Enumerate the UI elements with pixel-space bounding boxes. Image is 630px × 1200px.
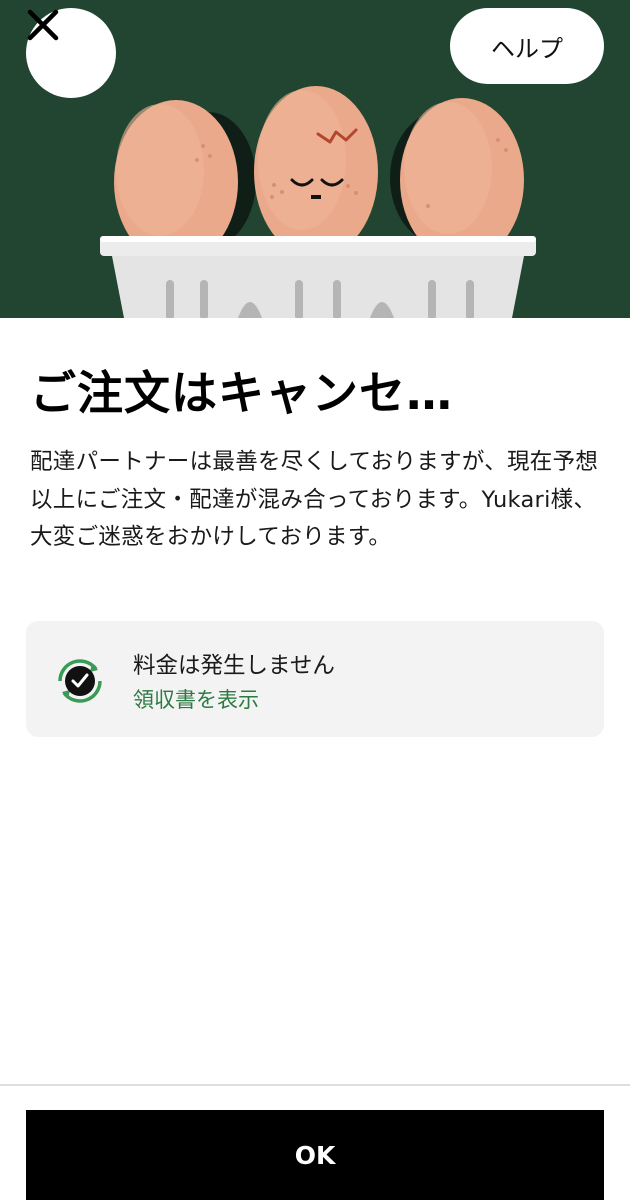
footer-divider <box>0 1084 630 1086</box>
close-icon <box>27 9 59 41</box>
refund-check-icon <box>58 659 102 703</box>
egg-carton <box>100 236 536 318</box>
cancellation-message: 配達パートナーは最善を尽くしておりますが、現在予想以上にご注文・配達が混み合って… <box>30 449 599 550</box>
view-receipt-link[interactable]: 領収書を表示 <box>133 684 259 714</box>
close-button[interactable] <box>26 8 116 98</box>
ok-button[interactable]: OK <box>26 1110 604 1200</box>
fee-status-label: 料金は発生しません <box>133 653 335 679</box>
order-cancelled-screen: ヘルプ ご注文はキャンセ… 配達パートナーは最善を尽くしておりますが、現在予想以… <box>0 0 630 1200</box>
hero-illustration: ヘルプ <box>0 0 630 318</box>
page-title: ご注文はキャンセ… <box>30 366 453 420</box>
fee-card: 料金は発生しません 領収書を表示 <box>26 621 604 737</box>
help-button[interactable]: ヘルプ <box>450 8 604 84</box>
egg-middle-sad <box>254 86 378 258</box>
